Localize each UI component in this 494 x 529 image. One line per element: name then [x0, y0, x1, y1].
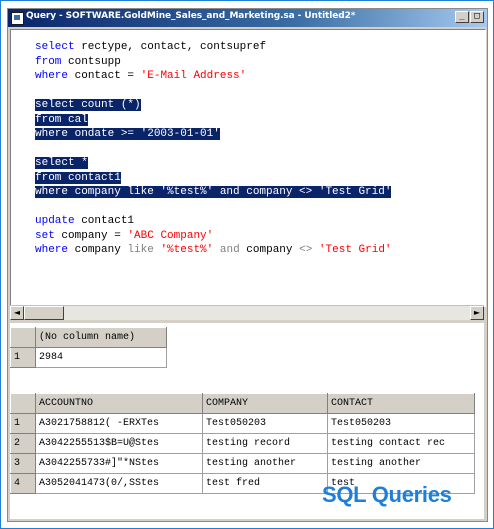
grid-corner — [10, 327, 36, 348]
column-header[interactable]: (No column name) — [35, 327, 167, 348]
code-token: where ondate >= '2003-01-01' — [35, 128, 220, 140]
grid-corner — [10, 393, 36, 414]
code-token: <> — [299, 244, 313, 256]
row-number[interactable]: 1 — [10, 413, 36, 434]
maximize-button[interactable]: □ — [470, 11, 484, 23]
company-cell[interactable]: test fred — [202, 473, 328, 494]
code-token: company = — [54, 229, 128, 242]
code-token: 'ABC Company' — [127, 229, 214, 242]
code-token: select — [35, 41, 75, 53]
sql-code[interactable]: select rectype, contact, contsupref from … — [35, 40, 392, 258]
horizontal-scrollbar[interactable]: ◄ ► — [10, 305, 484, 320]
code-line[interactable]: from cal — [35, 113, 392, 128]
code-token: where — [35, 70, 69, 82]
code-line[interactable] — [35, 200, 392, 215]
scroll-left-arrow-icon[interactable]: ◄ — [10, 306, 24, 320]
row-number[interactable]: 4 — [10, 473, 36, 494]
table-row: 1 2984 — [10, 347, 167, 368]
row-number[interactable]: 3 — [10, 453, 36, 474]
sql-queries-logo: SQL Queries — [322, 482, 452, 507]
code-token: 'Test Grid' — [318, 244, 392, 256]
company-cell[interactable]: testing another — [202, 453, 328, 474]
accountno-cell[interactable]: A3042255733#]"*NStes — [35, 453, 203, 474]
code-line[interactable]: where ondate >= '2003-01-01' — [35, 127, 392, 142]
results-grid-count: (No column name) 1 2984 — [10, 323, 484, 373]
code-line[interactable]: update contact1 — [35, 214, 392, 229]
company-cell[interactable]: testing record — [202, 433, 328, 454]
code-token: and — [219, 244, 240, 256]
contact-cell[interactable]: testing contact rec — [327, 433, 475, 454]
code-token: from — [35, 55, 62, 68]
column-header-contact[interactable]: CONTACT — [327, 393, 475, 414]
row-number[interactable]: 2 — [10, 433, 36, 454]
code-token: rectype, contact, contsupref — [74, 41, 267, 53]
code-token: contsupp — [61, 55, 121, 68]
accountno-cell[interactable]: A3052041473(0/,SStes — [35, 473, 203, 494]
code-line[interactable]: from contact1 — [35, 171, 392, 186]
code-token: where company like '%test%' and company … — [35, 186, 392, 198]
grid-separator — [10, 373, 484, 393]
code-line[interactable] — [35, 142, 392, 157]
code-line[interactable]: select rectype, contact, contsupref — [35, 40, 392, 55]
column-header-company[interactable]: COMPANY — [202, 393, 328, 414]
table-row: 3 A3042255733#]"*NStes testing another t… — [10, 453, 475, 474]
column-header-accountno[interactable]: ACCOUNTNO — [35, 393, 203, 414]
code-token: from cal — [35, 113, 88, 126]
sql-editor[interactable]: select rectype, contact, contsupref from … — [10, 29, 486, 307]
code-token: like — [127, 244, 154, 256]
table-cell[interactable]: 2984 — [35, 347, 167, 368]
scroll-right-arrow-icon[interactable]: ► — [470, 306, 484, 320]
code-token: '%test%' — [160, 244, 214, 256]
scrollbar-thumb[interactable] — [24, 306, 64, 320]
window-title: Query - SOFTWARE.GoldMine_Sales_and_Mark… — [26, 11, 356, 21]
code-line[interactable]: from contsupp — [35, 55, 392, 70]
row-number[interactable]: 1 — [10, 347, 36, 368]
code-token: update — [35, 215, 75, 227]
contact-cell[interactable]: Test050203 — [327, 413, 475, 434]
company-cell[interactable]: Test050203 — [202, 413, 328, 434]
table-row: 1 A3021758812( -ERXTes Test050203 Test05… — [10, 413, 475, 434]
query-window-icon — [11, 12, 24, 25]
code-token: select count (*) — [35, 99, 141, 111]
code-token: select * — [35, 157, 88, 169]
code-token: contact = — [68, 70, 141, 82]
code-token: contact1 — [74, 215, 135, 227]
code-line[interactable]: select * — [35, 156, 392, 171]
code-token: where — [35, 244, 69, 256]
query-window: Query - SOFTWARE.GoldMine_Sales_and_Mark… — [7, 8, 488, 522]
code-line[interactable]: select count (*) — [35, 98, 392, 113]
table-row: 2 A3042255513$B=U@Stes testing record te… — [10, 433, 475, 454]
code-token: 'E-Mail Address' — [140, 70, 247, 82]
code-token: company — [68, 244, 128, 256]
title-bar[interactable]: Query - SOFTWARE.GoldMine_Sales_and_Mark… — [8, 9, 487, 27]
code-line[interactable]: set company = 'ABC Company' — [35, 229, 392, 244]
code-line[interactable]: where company like '%test%' and company … — [35, 243, 392, 258]
code-line[interactable]: where company like '%test%' and company … — [35, 185, 392, 200]
code-token: company — [239, 244, 300, 256]
code-token: from contact1 — [35, 171, 121, 184]
code-line[interactable] — [35, 84, 392, 99]
code-token: set — [35, 229, 55, 242]
contact-cell[interactable]: testing another — [327, 453, 475, 474]
accountno-cell[interactable]: A3021758812( -ERXTes — [35, 413, 203, 434]
code-line[interactable]: where contact = 'E-Mail Address' — [35, 69, 392, 84]
minimize-button[interactable]: _ — [455, 11, 469, 23]
accountno-cell[interactable]: A3042255513$B=U@Stes — [35, 433, 203, 454]
